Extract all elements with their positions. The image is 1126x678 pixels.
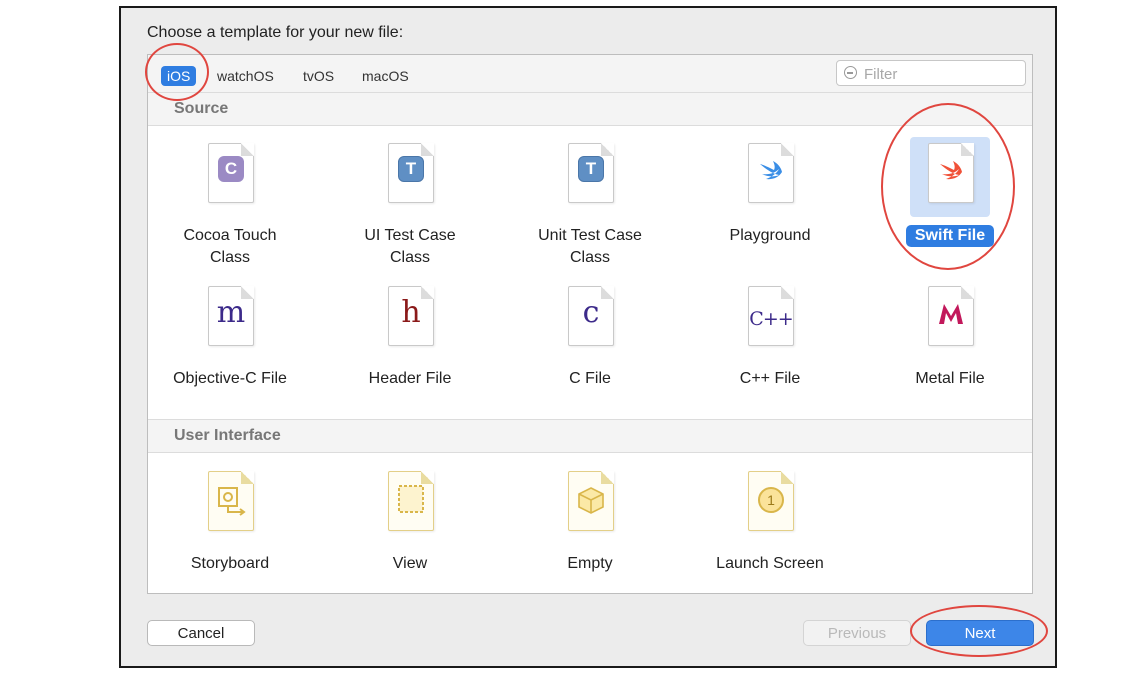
next-button[interactable]: Next: [926, 620, 1034, 646]
template-label: View: [392, 555, 428, 572]
template-label: Playground: [729, 227, 811, 244]
playground-icon: [730, 137, 810, 217]
objective-c-file-icon: m: [190, 280, 270, 360]
template-label: Launch Screen: [716, 555, 824, 572]
section-header-source: Source: [148, 92, 1032, 126]
template-cocoa-touch-class[interactable]: C Cocoa Touch Class: [150, 137, 310, 269]
template-label: UI Test Case Class: [364, 227, 456, 266]
template-c-file[interactable]: c C File: [510, 280, 670, 390]
template-cpp-file[interactable]: C++ C++ File: [690, 280, 850, 390]
new-file-template-dialog: Choose a template for your new file: iOS…: [119, 6, 1057, 668]
template-storyboard[interactable]: Storyboard: [150, 465, 310, 575]
storyboard-icon: [190, 465, 270, 545]
cpp-file-icon: C++: [730, 280, 810, 360]
ui-test-case-class-icon: T: [370, 137, 450, 217]
metal-file-icon: [910, 280, 990, 360]
launch-screen-icon: 1: [730, 465, 810, 545]
section-header-user-interface: User Interface: [148, 419, 1032, 453]
view-icon: [370, 465, 450, 545]
previous-button[interactable]: Previous: [803, 620, 911, 646]
template-label: Cocoa Touch Class: [183, 227, 277, 266]
filter-icon: [844, 66, 857, 79]
template-empty[interactable]: Empty: [510, 465, 670, 575]
template-label: Empty: [567, 555, 613, 572]
template-launch-screen[interactable]: 1 Launch Screen: [690, 465, 850, 575]
template-label: C File: [569, 370, 611, 387]
section-title: Source: [174, 100, 229, 117]
tab-tvos[interactable]: tvOS: [297, 66, 340, 86]
platform-tab-bar: iOS watchOS tvOS macOS: [148, 55, 1032, 94]
template-panel: iOS watchOS tvOS macOS Source C Cocoa To…: [147, 54, 1033, 594]
template-view[interactable]: View: [330, 465, 490, 575]
template-label: Metal File: [915, 370, 985, 387]
template-label: Unit Test Case Class: [538, 227, 642, 266]
template-unit-test-case-class[interactable]: T Unit Test Case Class: [510, 137, 670, 269]
cancel-button[interactable]: Cancel: [147, 620, 255, 646]
tab-watchos[interactable]: watchOS: [211, 66, 280, 86]
template-label: Swift File: [905, 225, 995, 247]
template-header-file[interactable]: h Header File: [330, 280, 490, 390]
tab-macos[interactable]: macOS: [356, 66, 415, 86]
template-ui-test-case-class[interactable]: T UI Test Case Class: [330, 137, 490, 269]
template-label: Objective-C File: [173, 370, 287, 387]
template-metal-file[interactable]: Metal File: [870, 280, 1030, 390]
unit-test-case-class-icon: T: [550, 137, 630, 217]
filter-field[interactable]: [836, 60, 1026, 86]
cocoa-touch-class-icon: C: [190, 137, 270, 217]
dialog-prompt: Choose a template for your new file:: [147, 24, 404, 41]
swift-file-icon: [910, 137, 990, 217]
template-playground[interactable]: Playground: [690, 137, 850, 247]
template-label: Storyboard: [190, 555, 270, 572]
header-file-icon: h: [370, 280, 450, 360]
section-title: User Interface: [174, 427, 281, 444]
template-objective-c-file[interactable]: m Objective-C File: [150, 280, 310, 390]
tab-ios[interactable]: iOS: [161, 66, 197, 86]
empty-icon: [550, 465, 630, 545]
template-label: C++ File: [739, 370, 801, 387]
filter-input[interactable]: [862, 63, 1021, 85]
template-swift-file[interactable]: Swift File: [870, 137, 1030, 247]
c-file-icon: c: [550, 280, 630, 360]
template-label: Header File: [368, 370, 452, 387]
